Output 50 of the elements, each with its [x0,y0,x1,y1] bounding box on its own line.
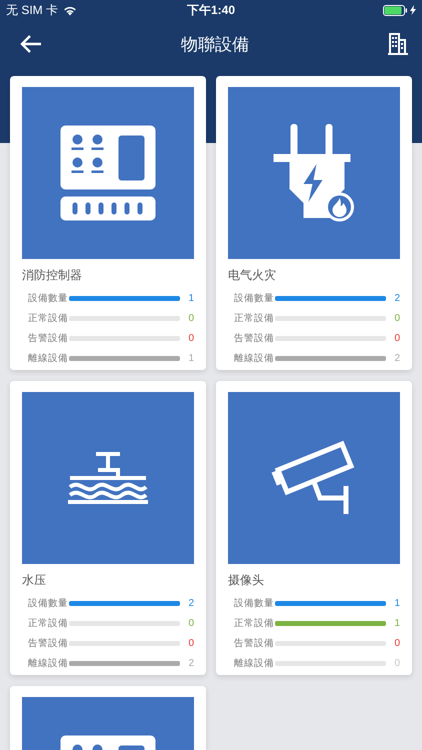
device-name: 水压 [22,573,47,587]
stat-value: 0 [188,312,194,324]
wifi-icon [63,4,78,16]
stat-label: 離線設備 [28,352,66,364]
battery-icon [383,4,408,16]
device-card[interactable]: 水压 設備數量 2 正常設備 0 告警設備 0 離線設備 2 [10,381,206,675]
stat-label: 正常設備 [28,616,66,630]
stat-label: 正常設備 [234,312,272,324]
stat-value: 2 [394,292,400,304]
stat-value: 0 [394,312,400,324]
stat-value: 1 [394,598,400,608]
device-name: 电气火灾 [228,268,277,282]
stat-label: 設備數量 [234,596,272,610]
device-name: 摄像头 [228,573,265,587]
building-icon[interactable] [388,33,408,55]
stat-label: 正常設備 [234,616,272,630]
stat-value: 1 [188,352,194,364]
stat-value: 2 [188,598,194,608]
stat-label: 告警設備 [234,332,272,344]
stat-value: 0 [394,332,400,344]
device-card[interactable]: 消防控制器 設備數量 1 正常設備 0 告警設備 0 離線設備 1 [10,76,206,370]
stat-label: 告警設備 [28,636,66,650]
back-arrow-icon[interactable] [20,34,42,54]
water-pipe-valve-icon [66,452,150,504]
stat-value: 0 [188,618,194,628]
stat-label: 離線設備 [234,656,272,670]
stat-label: 正常設備 [28,312,66,324]
stat-label: 設備數量 [28,292,66,304]
plug-with-flame-icon [274,124,354,222]
device-card[interactable]: 电气火灾 設備數量 2 正常設備 0 告警設備 0 離線設備 2 [216,76,412,370]
clock-time: 下午1:40 [186,2,236,18]
stat-value: 1 [188,292,194,304]
page-title: 物聯設備 [181,34,249,56]
device-name: 消防控制器 [22,268,83,282]
stat-value: 2 [188,658,194,668]
fire-control-panel-icon [60,736,156,750]
stat-label: 設備數量 [28,596,66,610]
stat-label: 告警設備 [234,636,272,650]
fire-control-panel-icon [60,126,156,220]
stat-label: 離線設備 [234,352,272,364]
stat-label: 離線設備 [28,656,66,670]
stat-value: 2 [394,352,400,364]
stat-label: 告警設備 [28,332,66,344]
stat-label: 設備數量 [234,292,272,304]
stat-value: 0 [394,638,400,648]
stat-value: 0 [188,638,194,648]
stat-value: 1 [394,618,400,628]
stat-value: 0 [188,332,194,344]
carrier-label: 无 SIM 卡 [6,2,58,18]
security-camera-icon [272,440,354,516]
